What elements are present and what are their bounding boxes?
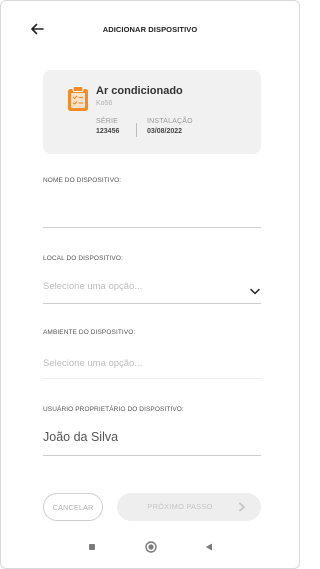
device-environment-select[interactable]: Selecione uma opção... bbox=[43, 358, 142, 369]
circle-icon[interactable] bbox=[145, 541, 157, 553]
chevron-right-icon bbox=[239, 502, 245, 512]
next-step-label: PRÓXIMO PASSO bbox=[147, 502, 213, 511]
device-card: Ar condicionado Ko56 SÉRIE 123456 INSTAL… bbox=[43, 70, 261, 154]
device-owner-label: USUÁRIO PROPRIETÁRIO DO DISPOSITIVO: bbox=[43, 406, 184, 413]
triangle-back-icon[interactable] bbox=[205, 543, 213, 551]
serie-label: SÉRIE bbox=[96, 118, 119, 125]
page-title: ADICIONAR DISPOSITIVO bbox=[102, 25, 198, 34]
device-environment-underline bbox=[43, 378, 261, 379]
device-owner-value[interactable]: João da Silva bbox=[43, 430, 118, 444]
device-name-input[interactable] bbox=[43, 207, 248, 221]
cancel-button[interactable]: CANCELAR bbox=[43, 493, 103, 521]
device-name-underline bbox=[43, 227, 261, 228]
square-icon[interactable] bbox=[89, 544, 95, 550]
device-code: Ko56 bbox=[96, 100, 113, 107]
clipboard-check-icon bbox=[68, 86, 88, 111]
device-owner-underline bbox=[43, 455, 261, 456]
device-location-label: LOCAL DO DISPOSITIVO: bbox=[43, 255, 123, 262]
device-name: Ar condicionado bbox=[96, 85, 183, 97]
installation-value: 03/08/2022 bbox=[147, 128, 183, 135]
next-step-button[interactable]: PRÓXIMO PASSO bbox=[117, 493, 261, 521]
device-location-select[interactable]: Selecione uma opção... bbox=[43, 281, 142, 292]
app-screen: ADICIONAR DISPOSITIVO Ar condicionado Ko… bbox=[0, 0, 300, 569]
serie-value: 123456 bbox=[96, 128, 120, 135]
chevron-down-icon[interactable] bbox=[250, 288, 260, 295]
device-location-underline bbox=[43, 303, 261, 304]
card-divider bbox=[136, 123, 137, 137]
device-environment-label: AMBIENTE DO DISPOSITIVO: bbox=[43, 329, 136, 336]
installation-label: INSTALAÇÃO bbox=[147, 118, 193, 125]
device-name-label: NOME DO DISPOSITIVO: bbox=[43, 177, 122, 184]
